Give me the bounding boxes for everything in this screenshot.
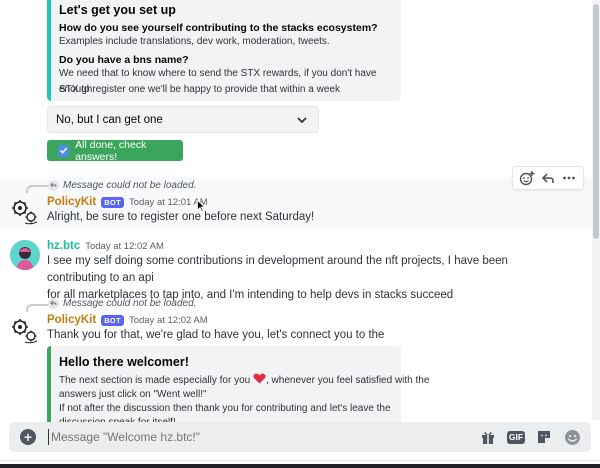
message-actions-bar — [512, 166, 584, 190]
chevron-down-icon — [297, 116, 307, 123]
field-name: How do you see yourself contributing to … — [59, 22, 378, 34]
check-icon — [58, 144, 70, 157]
heart-icon — [253, 373, 266, 384]
avatar[interactable] — [10, 240, 40, 270]
reply-reference[interactable]: Message could not be loaded. — [48, 298, 196, 309]
emoji-icon[interactable] — [563, 428, 581, 446]
sticker-icon[interactable] — [535, 428, 553, 446]
scrollbar-track[interactable] — [592, 0, 600, 420]
field-value: STX to register one we'll be happy to pr… — [59, 84, 340, 95]
avatar[interactable] — [10, 196, 40, 226]
answer-select[interactable]: No, but I can get one — [47, 106, 319, 133]
reply-reference[interactable]: Message could not be loaded. — [48, 180, 196, 191]
field-value: Examples include translations, dev work,… — [59, 36, 330, 47]
reply-text: Message could not be loaded. — [63, 298, 197, 309]
message-content: Alright, be sure to register one before … — [47, 211, 315, 223]
gif-icon[interactable]: GIF — [507, 430, 525, 444]
window-bottom-edge — [0, 464, 600, 468]
reply-icon — [48, 180, 59, 191]
reply-icon[interactable] — [539, 169, 557, 187]
timestamp: Today at 12:01 AM — [128, 196, 208, 208]
setup-embed: Let's get you set up How do you see your… — [47, 0, 401, 101]
bot-badge: BOT — [101, 314, 124, 326]
embed-text: The next section is made especially for … — [59, 375, 251, 386]
user-avatar-icon — [10, 240, 40, 270]
author-name[interactable]: PolicyKit — [47, 196, 96, 208]
message-content: I see my self doing some contributions i… — [47, 253, 567, 304]
avatar[interactable] — [10, 315, 40, 345]
chat-area: Let's get you set up How do you see your… — [0, 0, 592, 468]
message-header: hz.btc Today at 12:02 AM — [47, 240, 164, 252]
field-name: Do you have a bns name? — [59, 54, 189, 66]
policykit-gears-icon — [12, 200, 38, 225]
message-line: I see my self doing some contributions i… — [47, 255, 508, 284]
timestamp: Today at 12:02 AM — [128, 314, 208, 326]
embed-text: , whenever you feel satisfied with the — [266, 375, 430, 386]
author-name[interactable]: hz.btc — [47, 240, 80, 252]
timestamp: Today at 12:02 AM — [85, 240, 164, 252]
reply-connector — [26, 185, 48, 193]
policykit-gears-icon — [12, 319, 38, 344]
add-reaction-icon[interactable] — [518, 169, 536, 187]
more-icon[interactable] — [560, 169, 578, 187]
upload-plus-icon[interactable]: + — [20, 429, 36, 445]
composer-actions: GIF — [479, 428, 581, 446]
scrollbar-thumb[interactable] — [593, 4, 599, 239]
check-answers-button[interactable]: All done, check answers! — [47, 138, 183, 163]
embed-title: Let's get you set up — [59, 3, 176, 17]
message-input[interactable] — [48, 429, 468, 445]
reply-text: Message could not be loaded. — [63, 180, 197, 191]
gift-icon[interactable] — [479, 428, 497, 446]
message-header: PolicyKit BOT Today at 12:02 AM — [47, 314, 208, 326]
reply-icon — [48, 298, 59, 309]
mouse-cursor-icon — [197, 200, 205, 212]
embed-title: Hello there welcomer! — [59, 355, 189, 369]
button-label: All done, check answers! — [75, 138, 147, 163]
message-header: PolicyKit BOT Today at 12:01 AM — [47, 196, 208, 208]
author-name[interactable]: PolicyKit — [47, 314, 96, 326]
message-composer: + GIF — [9, 422, 591, 452]
reply-connector — [26, 304, 48, 312]
bot-badge: BOT — [101, 196, 124, 208]
select-value: No, but I can get one — [56, 113, 163, 126]
